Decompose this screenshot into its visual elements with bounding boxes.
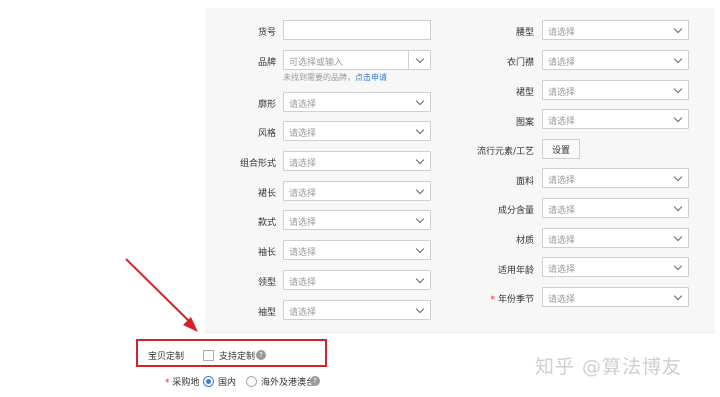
product-attributes-page: 货号 品牌 可选择或输入 未找到需要的品牌，点击申请 廓形 请选择 风格 请选择… xyxy=(0,0,720,397)
arrow-head xyxy=(183,317,198,332)
arrow-shaft xyxy=(125,258,193,325)
watermark: 知乎 @算法博友 xyxy=(535,356,683,378)
annotation-arrow xyxy=(125,258,198,332)
